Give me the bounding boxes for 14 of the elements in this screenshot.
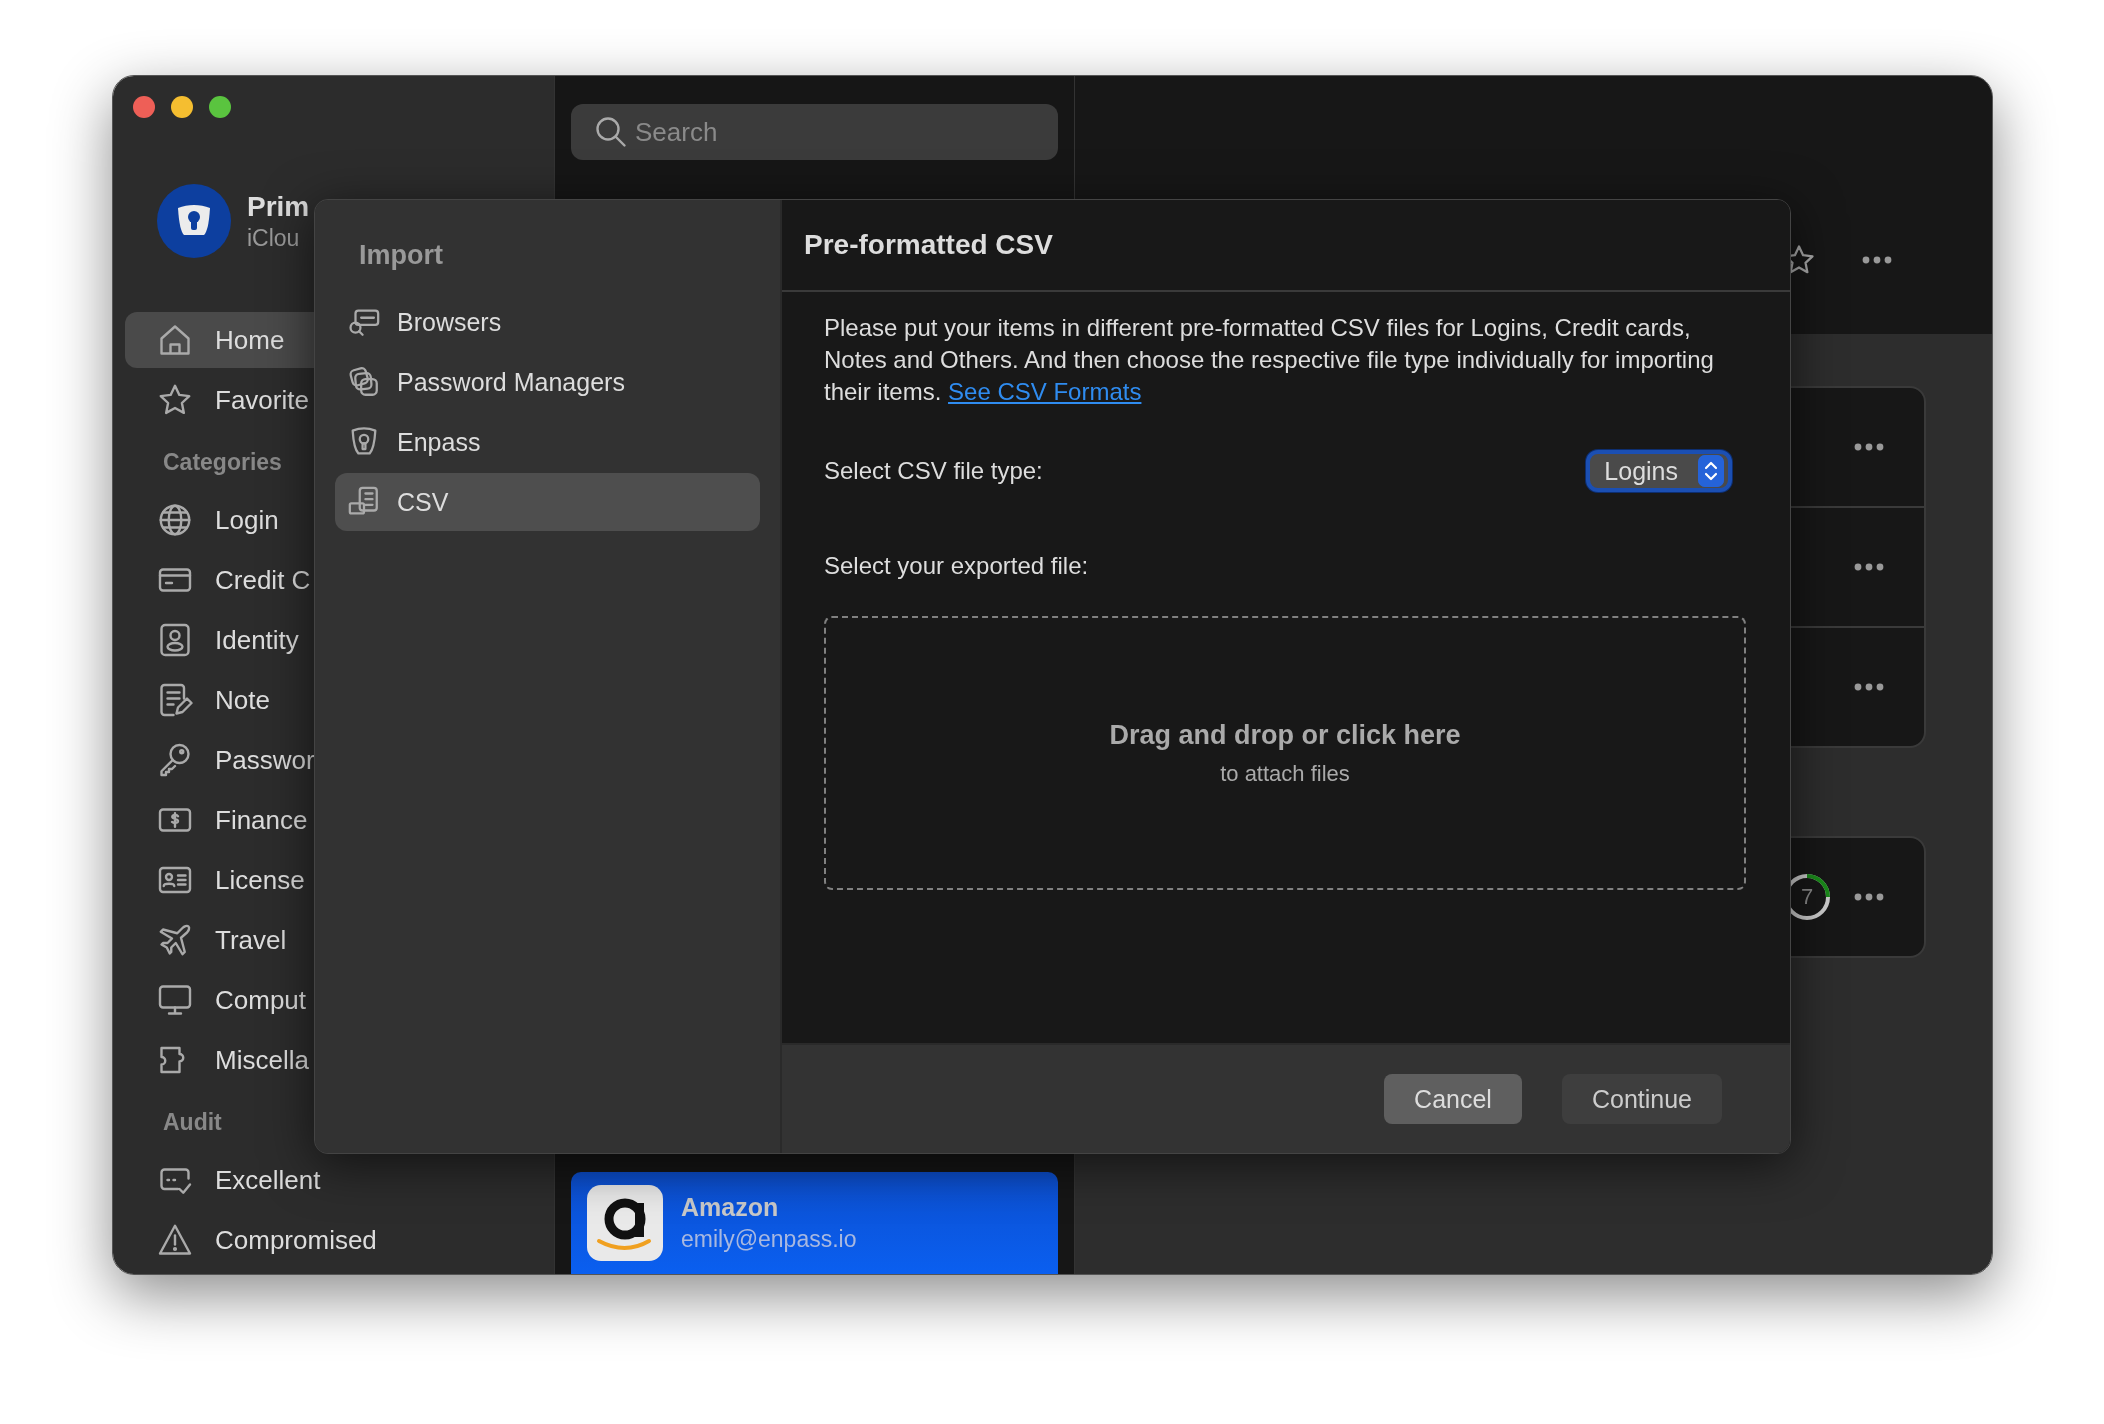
section-heading: Categories — [162, 447, 282, 477]
account-name: Prim — [247, 190, 310, 223]
description-text: Please put your items in different pre-formatted CSV files for Logins, Credit cards, Notes and Others. And then choose the respective file type individually for importing their items. See CSV Formats — [824, 313, 1715, 407]
field-label: Select your exported file: — [824, 552, 1090, 580]
field-label: Select CSV file type: — [824, 457, 1043, 485]
dialog-title: Pre-formatted CSV — [782, 200, 1790, 292]
item-subtitle: emily@enpass.io — [681, 1226, 857, 1253]
item-title: Amazon — [681, 1193, 780, 1222]
drop-zone-hint: to attach files — [1220, 760, 1350, 787]
score-value: 7 — [1800, 884, 1814, 910]
section-heading: Audit — [162, 1107, 222, 1137]
sidebar-title: Import — [358, 240, 444, 272]
drop-zone-title: Drag and drop or click here — [1109, 719, 1461, 751]
account-subtitle: iClou — [247, 224, 301, 252]
